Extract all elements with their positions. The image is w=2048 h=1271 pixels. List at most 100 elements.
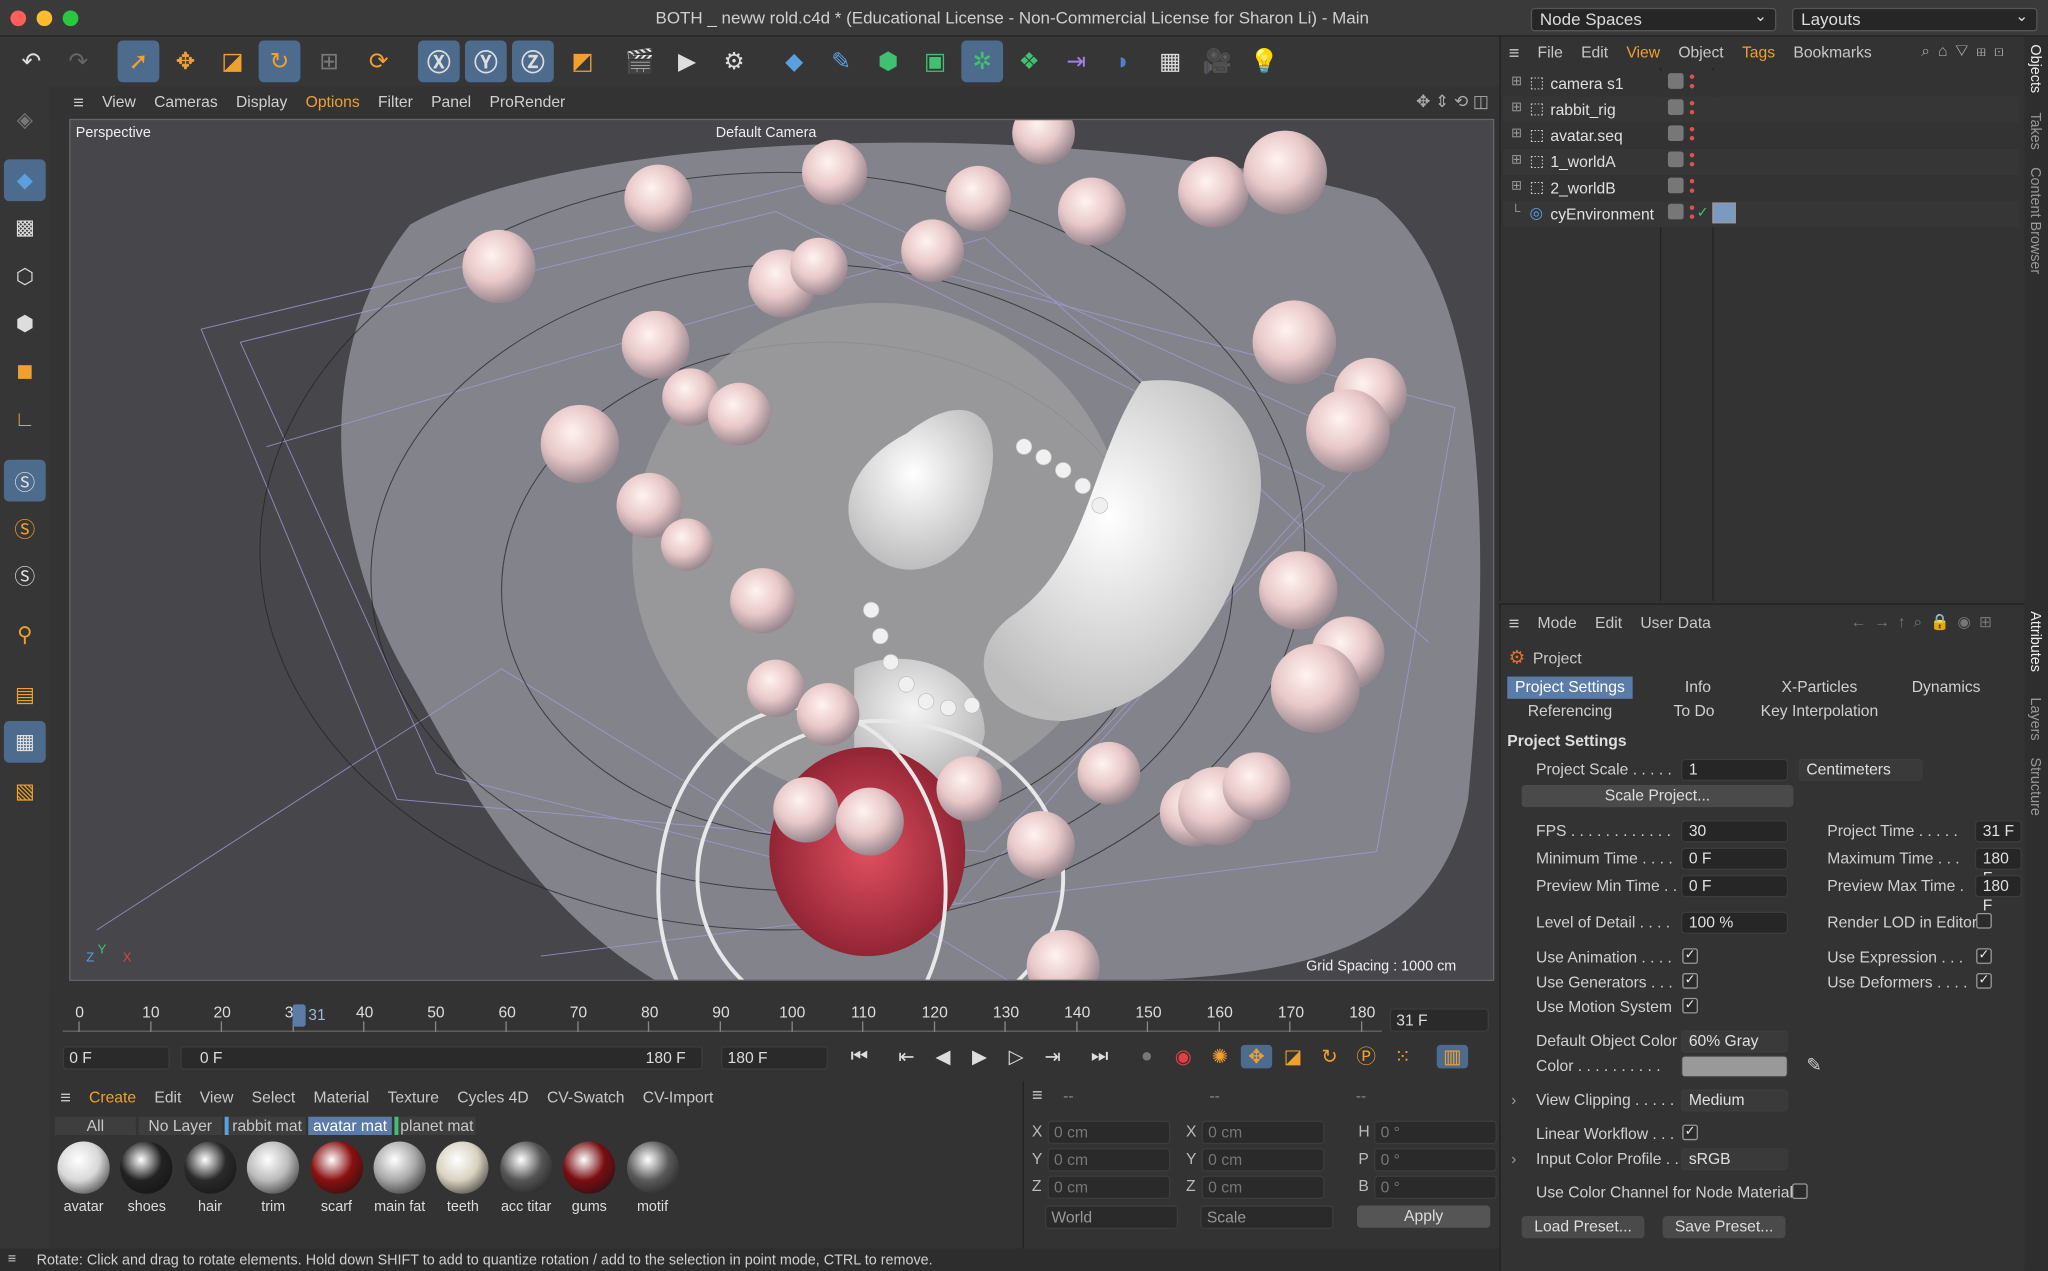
field-icon[interactable]: ◗ [1102, 40, 1144, 82]
object-name[interactable]: avatar.seq [1550, 127, 1622, 145]
side-tab-takes[interactable]: Takes [2027, 112, 2043, 150]
object-row[interactable]: ⊞ ⬚ rabbit_rig ● ● [1503, 96, 2020, 123]
project-scale-field[interactable]: 1 [1680, 758, 1789, 782]
render-view-icon[interactable]: 🎬 [619, 40, 661, 82]
expand-icon[interactable]: ⊞ [1511, 101, 1522, 115]
default-object-color-dropdown[interactable]: 60% Gray [1680, 1030, 1789, 1053]
points-mode-icon[interactable]: ⬡ [4, 256, 46, 298]
material-swatch[interactable]: trim [244, 1141, 301, 1220]
coord-field[interactable]: 0 cm [1201, 1175, 1325, 1200]
material-swatch[interactable]: teeth [434, 1141, 491, 1220]
subdivision-icon[interactable]: ⬢ [867, 40, 909, 82]
scale-icon[interactable]: ◪ [212, 40, 254, 82]
boole-icon[interactable]: ❖ [1008, 40, 1050, 82]
key-point-level-icon[interactable]: ⁙ [1387, 1044, 1418, 1068]
previous-frame-icon[interactable]: ◀ [927, 1044, 958, 1068]
menu-bookmarks[interactable]: Bookmarks [1793, 43, 1871, 61]
menu-filter[interactable]: Filter [378, 93, 413, 111]
material-swatch[interactable]: acc titar [497, 1141, 554, 1220]
hamburger-icon[interactable]: ≡ [1509, 42, 1520, 63]
key-parameter-icon[interactable]: Ⓟ [1351, 1042, 1382, 1069]
input-color-profile-dropdown[interactable]: sRGB [1680, 1148, 1789, 1171]
tab-info[interactable]: Info [1635, 677, 1760, 699]
material-swatch[interactable]: scarf [308, 1141, 365, 1220]
y-axis-lock-icon[interactable]: Ⓨ [464, 40, 507, 83]
visibility-dots-icon[interactable]: ● ● [1689, 202, 1695, 222]
play-icon[interactable]: ▶ [964, 1044, 995, 1068]
polygons-mode-icon[interactable]: ◼ [4, 350, 46, 392]
timeline-window-icon[interactable]: ▥ [1436, 1044, 1469, 1068]
view-clipping-expand-icon[interactable]: › [1511, 1091, 1516, 1109]
expand-icon[interactable]: ⊞ [1511, 153, 1522, 167]
visibility-dots-icon[interactable]: ● ● [1689, 71, 1695, 91]
menu-object[interactable]: Object [1678, 43, 1723, 61]
object-row[interactable]: ⊞ ⬚ avatar.seq ● ● [1503, 122, 2020, 149]
next-frame-icon[interactable]: ▷ [1000, 1044, 1031, 1068]
menu-cameras[interactable]: Cameras [154, 93, 218, 111]
side-tab-layers[interactable]: Layers [2027, 697, 2043, 740]
attribute-nav-tools[interactable]: ←→↑⌕🔒◉⊞ [1851, 613, 2000, 633]
end-frame-field[interactable]: 180 F [720, 1046, 829, 1070]
timeline-ruler[interactable]: 0102030405060708090100110120130140150160… [62, 1003, 1382, 1032]
preview-min-time-field[interactable]: 0 F [1680, 875, 1789, 898]
load-preset-button[interactable]: Load Preset... [1521, 1215, 1645, 1239]
enabled-check-icon[interactable]: ✓ [1697, 204, 1709, 221]
side-tab-structure[interactable]: Structure [2027, 758, 2043, 816]
locked-workplane-icon[interactable]: ▦ [3, 720, 46, 763]
psr-icon[interactable]: ⊞ [308, 40, 350, 82]
floor-icon[interactable]: ▦ [1149, 40, 1191, 82]
menu-panel[interactable]: Panel [431, 93, 471, 111]
input-color-expand-icon[interactable]: › [1511, 1149, 1516, 1167]
go-to-start-icon[interactable]: ⏮ [844, 1045, 875, 1067]
layer-edit-icon[interactable] [1667, 151, 1684, 168]
project-scale-unit-dropdown[interactable]: Centimeters [1798, 758, 1923, 782]
x-axis-lock-icon[interactable]: Ⓧ [417, 40, 460, 83]
viewport-nav-icons[interactable]: ✥ ⇕ ⟲ ◫ [1416, 91, 1489, 112]
color-channel-checkbox[interactable] [1791, 1183, 1808, 1200]
use-deformers-checkbox[interactable]: ✓ [1976, 973, 1992, 989]
deformer-icon[interactable]: ⇥ [1055, 40, 1097, 82]
visibility-dots-icon[interactable]: ● ● [1689, 123, 1695, 143]
eyedropper-icon[interactable]: ✎ [1806, 1054, 1821, 1076]
layouts-dropdown[interactable]: Layouts [1791, 5, 2038, 32]
planar-workplane-icon[interactable]: ▧ [4, 771, 46, 813]
current-frame-field[interactable]: 31 F [1389, 1008, 1489, 1032]
layer-edit-icon[interactable] [1667, 203, 1684, 220]
tab-to-do[interactable]: To Do [1631, 700, 1756, 722]
render-to-picture-viewer-icon[interactable]: ▶ [666, 40, 708, 82]
object-name[interactable]: camera s1 [1550, 74, 1623, 92]
hamburger-icon[interactable]: ≡ [73, 91, 84, 112]
layer-edit-icon[interactable] [1667, 73, 1684, 89]
coord-field[interactable]: 0 cm [1047, 1148, 1171, 1172]
cube-icon[interactable]: ◆ [773, 40, 815, 82]
camera-label[interactable]: Default Camera [716, 125, 817, 141]
next-key-icon[interactable]: ⇥ [1037, 1044, 1068, 1068]
pen-icon[interactable]: ✎ [820, 40, 862, 82]
snap-settings-icon[interactable]: Ⓢ [4, 507, 46, 549]
project-time-field[interactable]: 31 F [1974, 820, 2022, 843]
menu-edit[interactable]: Edit [1581, 43, 1608, 61]
menu-edit[interactable]: Edit [1595, 614, 1622, 632]
use-motion-system-checkbox[interactable]: ✓ [1682, 997, 1698, 1014]
object-row[interactable]: └ ◎ cyEnvironment ● ● ✓ [1503, 201, 2020, 228]
expand-icon[interactable]: ⊞ [1511, 74, 1522, 88]
world-dropdown[interactable]: World [1044, 1205, 1179, 1230]
material-swatch[interactable]: hair [181, 1141, 238, 1220]
minimize-window-button[interactable] [36, 10, 53, 27]
cloner-icon[interactable]: ✲ [961, 40, 1004, 83]
view-clipping-dropdown[interactable]: Medium [1680, 1089, 1789, 1112]
coord-field[interactable]: 0 ° [1374, 1148, 1497, 1172]
menu-view[interactable]: View [102, 93, 136, 111]
z-axis-lock-icon[interactable]: Ⓩ [511, 40, 554, 83]
layer-edit-icon[interactable] [1667, 99, 1684, 115]
side-tab-content-browser[interactable]: Content Browser [2027, 167, 2043, 274]
keyframe-selection-icon[interactable]: ✺ [1204, 1044, 1235, 1068]
texture-mode-icon[interactable]: ▩ [4, 206, 46, 248]
go-to-end-icon[interactable]: ⏭ [1084, 1045, 1115, 1067]
menu-user-data[interactable]: User Data [1640, 614, 1711, 632]
side-tab-attributes[interactable]: Attributes [2027, 611, 2043, 672]
level-of-detail-field[interactable]: 100 % [1680, 911, 1789, 934]
model-mode-icon[interactable]: ◆ [3, 159, 46, 202]
menu-tags[interactable]: Tags [1742, 43, 1775, 61]
render-lod-checkbox[interactable] [1976, 912, 1992, 929]
